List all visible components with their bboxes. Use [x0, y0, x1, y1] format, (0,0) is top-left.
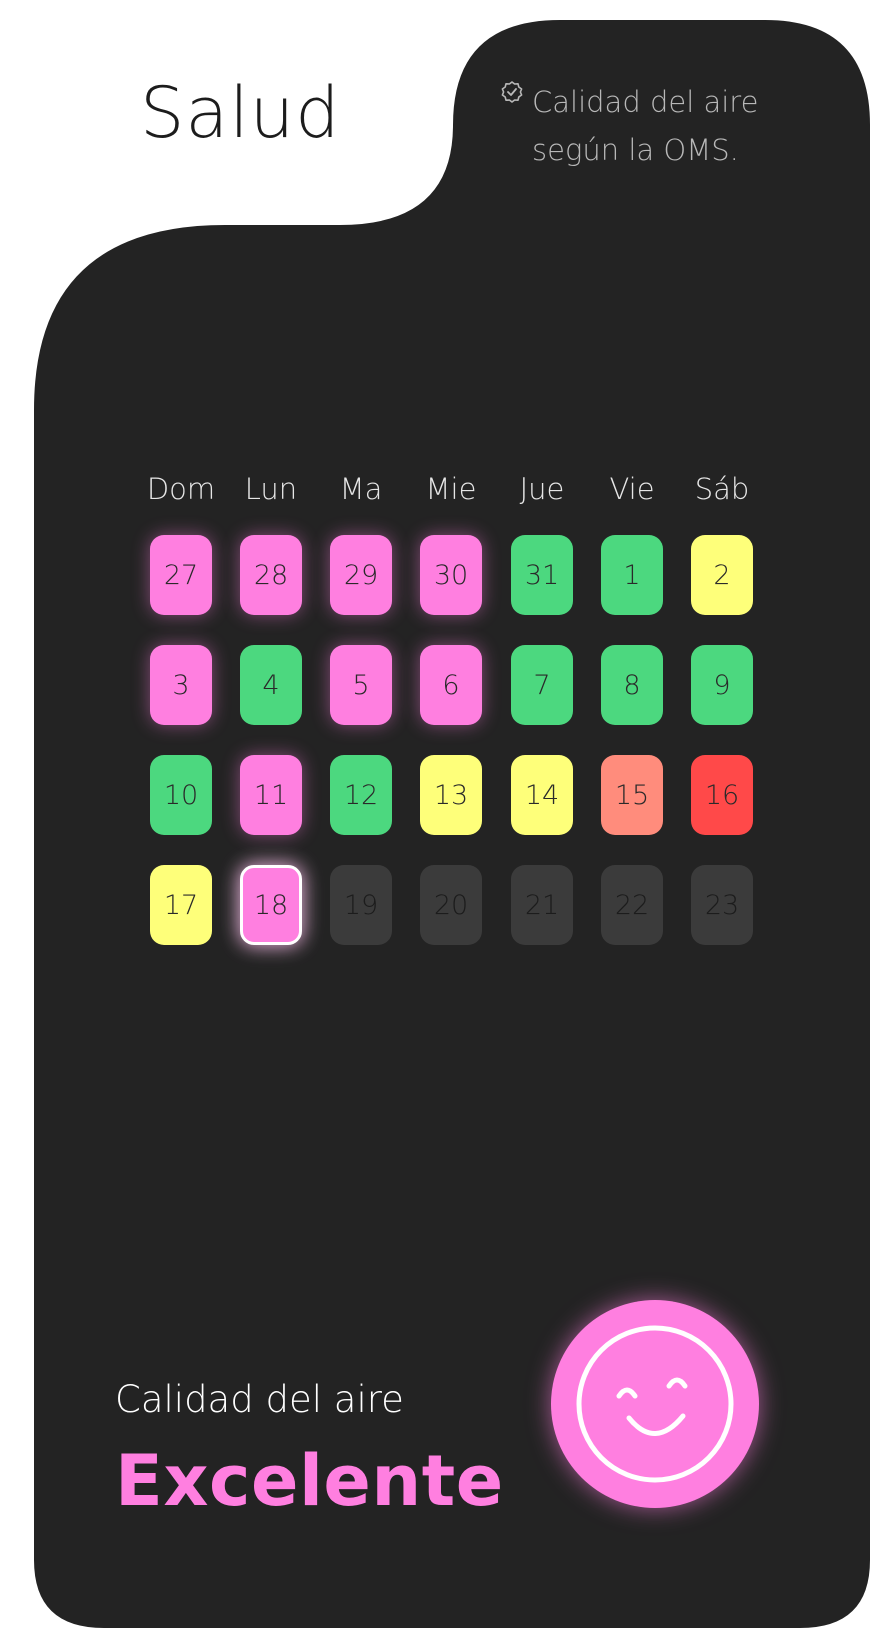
calendar-day-3[interactable]: 3: [150, 645, 212, 725]
calendar-day-4[interactable]: 4: [240, 645, 302, 725]
weekday-sáb: Sáb: [694, 472, 750, 506]
calendar-day-20[interactable]: 20: [420, 865, 482, 945]
note-line-1: Calidad del aire: [532, 85, 759, 119]
calendar-day-18[interactable]: 18: [240, 865, 302, 945]
air-quality-value: Excelente: [115, 1440, 504, 1522]
calendar-day-23[interactable]: 23: [691, 865, 753, 945]
weekday-jue: Jue: [519, 472, 565, 506]
air-quality-face-button[interactable]: [551, 1300, 759, 1508]
weekday-ma: Ma: [339, 472, 383, 506]
calendar-day-17[interactable]: 17: [150, 865, 212, 945]
page-title: Salud: [140, 72, 341, 154]
calendar-day-19[interactable]: 19: [330, 865, 392, 945]
calendar-day-22[interactable]: 22: [601, 865, 663, 945]
calendar-day-12[interactable]: 12: [330, 755, 392, 835]
weekday-dom: Dom: [146, 472, 216, 506]
smiley-face-icon: [576, 1325, 734, 1483]
calendar-day-14[interactable]: 14: [511, 755, 573, 835]
who-air-quality-note: Calidad del aire según la OMS.: [500, 78, 800, 174]
calendar-day-11[interactable]: 11: [240, 755, 302, 835]
calendar-day-9[interactable]: 9: [691, 645, 753, 725]
calendar-day-7[interactable]: 7: [511, 645, 573, 725]
calendar-day-21[interactable]: 21: [511, 865, 573, 945]
verified-badge-icon: [501, 81, 523, 103]
calendar-day-31[interactable]: 31: [511, 535, 573, 615]
calendar-day-30[interactable]: 30: [420, 535, 482, 615]
calendar-day-27[interactable]: 27: [150, 535, 212, 615]
calendar-day-5[interactable]: 5: [330, 645, 392, 725]
calendar-day-28[interactable]: 28: [240, 535, 302, 615]
note-line-2: según la OMS.: [532, 133, 739, 167]
calendar-day-8[interactable]: 8: [601, 645, 663, 725]
calendar-day-16[interactable]: 16: [691, 755, 753, 835]
calendar-day-2[interactable]: 2: [691, 535, 753, 615]
calendar-day-29[interactable]: 29: [330, 535, 392, 615]
weekday-lun: Lun: [244, 472, 298, 506]
calendar-day-1[interactable]: 1: [601, 535, 663, 615]
weekday-vie: Vie: [609, 472, 655, 506]
calendar-day-10[interactable]: 10: [150, 755, 212, 835]
calendar-day-13[interactable]: 13: [420, 755, 482, 835]
calendar-day-15[interactable]: 15: [601, 755, 663, 835]
calendar-day-6[interactable]: 6: [420, 645, 482, 725]
weekday-mie: Mie: [425, 472, 477, 506]
air-quality-label: Calidad del aire: [115, 1378, 404, 1421]
